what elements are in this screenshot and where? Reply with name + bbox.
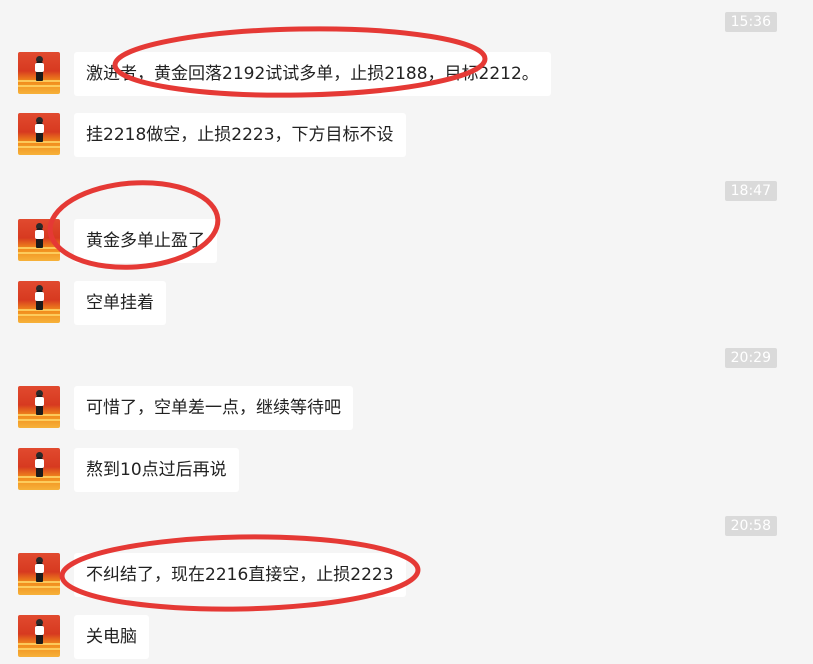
message-row[interactable]: 关电脑 [18,615,149,659]
avatar[interactable] [18,386,60,428]
timestamp-badge: 15:36 [724,12,777,32]
timestamp-badge: 20:29 [724,348,777,368]
message-bubble[interactable]: 黄金多单止盈了 [74,219,217,263]
message-row[interactable]: 熬到10点过后再说 [18,448,239,492]
avatar[interactable] [18,281,60,323]
chat-history: 15:36 激进者，黄金回落2192试试多单，止损2188，目标2212。 挂2… [0,0,813,664]
message-bubble[interactable]: 挂2218做空，止损2223，下方目标不设 [74,113,406,157]
timestamp-badge: 18:47 [724,181,777,201]
avatar[interactable] [18,448,60,490]
message-row[interactable]: 可惜了，空单差一点，继续等待吧 [18,386,353,430]
message-row[interactable]: 空单挂着 [18,281,166,325]
avatar[interactable] [18,219,60,261]
avatar[interactable] [18,113,60,155]
message-row[interactable]: 挂2218做空，止损2223，下方目标不设 [18,113,406,157]
message-bubble[interactable]: 熬到10点过后再说 [74,448,239,492]
message-bubble[interactable]: 空单挂着 [74,281,166,325]
avatar[interactable] [18,553,60,595]
avatar[interactable] [18,615,60,657]
message-bubble[interactable]: 可惜了，空单差一点，继续等待吧 [74,386,353,430]
message-bubble[interactable]: 关电脑 [74,615,149,659]
message-row[interactable]: 黄金多单止盈了 [18,219,217,263]
message-row[interactable]: 激进者，黄金回落2192试试多单，止损2188，目标2212。 [18,52,551,96]
message-bubble[interactable]: 不纠结了，现在2216直接空，止损2223 [74,553,406,597]
avatar[interactable] [18,52,60,94]
message-row[interactable]: 不纠结了，现在2216直接空，止损2223 [18,553,406,597]
message-bubble[interactable]: 激进者，黄金回落2192试试多单，止损2188，目标2212。 [74,52,551,96]
timestamp-badge: 20:58 [724,516,777,536]
